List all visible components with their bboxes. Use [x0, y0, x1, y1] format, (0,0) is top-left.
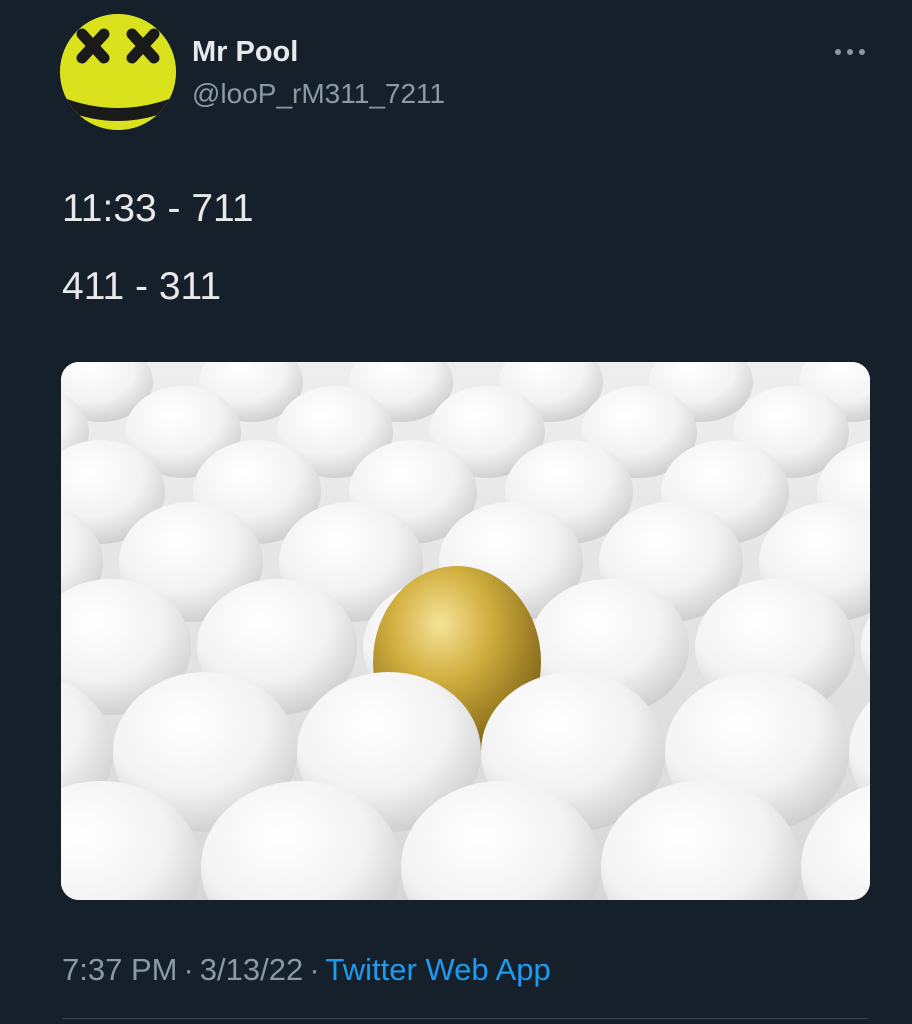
author-info: Mr Pool @looP_rM311_7211 [192, 34, 445, 112]
tweet-text: 11:33 - 711 411 - 311 [62, 184, 254, 340]
tweet-source-link[interactable]: Twitter Web App [326, 952, 551, 987]
more-options-button[interactable] [832, 40, 868, 64]
tweet-line: 411 - 311 [62, 265, 222, 308]
smiley-face-icon [60, 14, 176, 130]
user-handle[interactable]: @looP_rM311_7211 [192, 76, 445, 112]
avatar[interactable] [60, 14, 176, 130]
egg-photo [61, 362, 870, 900]
meta-separator: · [183, 952, 194, 987]
tweet-line: 11:33 - 711 [62, 187, 254, 230]
tweet-image[interactable] [61, 362, 870, 900]
tweet: Mr Pool @looP_rM311_7211 11:33 - 711 411… [0, 0, 912, 1024]
tweet-date[interactable]: 3/13/22 [200, 952, 303, 987]
more-horizontal-icon [835, 49, 865, 55]
tweet-time[interactable]: 7:37 PM [62, 952, 177, 987]
tweet-meta: 7:37 PM · 3/13/22 · Twitter Web App [62, 948, 551, 992]
divider [62, 1018, 868, 1019]
meta-separator: · [309, 952, 320, 987]
display-name[interactable]: Mr Pool [192, 34, 445, 70]
